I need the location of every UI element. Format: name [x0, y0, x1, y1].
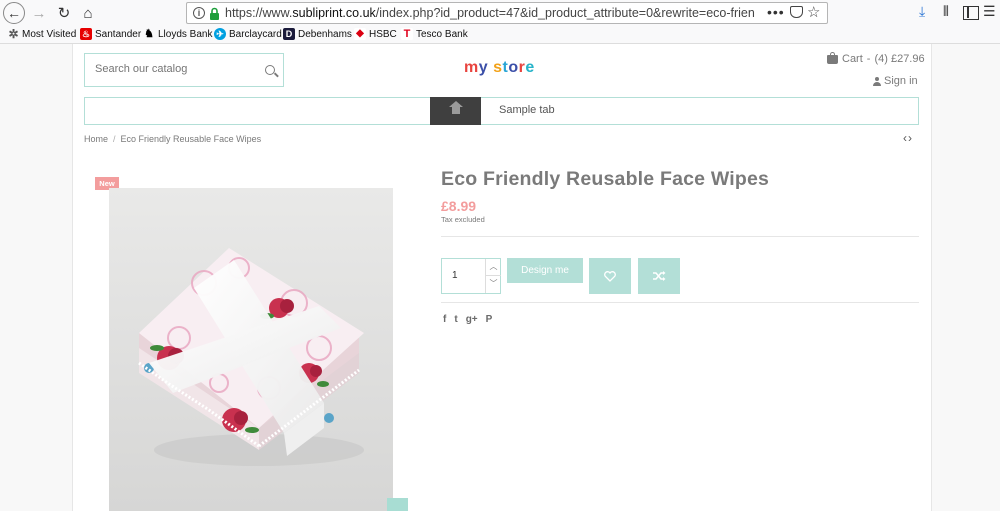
cart-label: Cart [842, 53, 863, 65]
user-icon [873, 76, 881, 86]
sign-in-label: Sign in [884, 75, 918, 87]
compare-button[interactable] [638, 258, 680, 294]
url-prefix: https://www. [225, 6, 293, 20]
divider [441, 236, 919, 237]
library-icon[interactable]: ⫴ [943, 3, 949, 20]
quantity-stepper: ︿ ﹀ [441, 258, 501, 294]
shopping-bag-icon [827, 51, 838, 64]
page-actions-icon[interactable]: ••• [767, 4, 785, 20]
bookmark-star-icon[interactable]: ☆ [807, 3, 820, 21]
page-margin-left [0, 44, 72, 511]
breadcrumb-home[interactable]: Home [84, 134, 108, 144]
cart-link[interactable]: Cart - (4) £27.96 [827, 51, 925, 65]
heart-icon [604, 270, 616, 282]
shuffle-icon [652, 271, 665, 281]
cart-summary: (4) £27.96 [874, 53, 925, 65]
tax-note: Tax excluded [441, 215, 485, 224]
url-domain: subliprint.co.uk [292, 6, 376, 20]
search-box [84, 53, 284, 87]
store-logo[interactable]: my store [464, 59, 535, 77]
expand-image-button[interactable] [387, 498, 408, 511]
sample-tab[interactable]: Sample tab [499, 104, 555, 116]
santander-icon: ♨ [80, 28, 92, 40]
bookmark-label: Lloyds Bank [158, 28, 213, 40]
bookmark-label: Debenhams [298, 28, 352, 40]
bookmark-hsbc[interactable]: ◆ HSBC [354, 28, 397, 40]
googleplus-icon[interactable]: g+ [466, 314, 478, 325]
lock-icon [210, 7, 219, 20]
pager-arrows[interactable]: ‹› [903, 131, 913, 145]
product-pager[interactable]: ‹› [903, 131, 913, 145]
bookmark-lloyds[interactable]: ♞ Lloyds Bank [143, 28, 212, 40]
address-bar[interactable]: i https://www.subliprint.co.uk/index.php… [186, 2, 828, 24]
bookmark-barclaycard[interactable]: ✈ Barclaycard [214, 28, 282, 40]
home-icon[interactable]: ⌂ [78, 3, 98, 23]
bookmark-label: Barclaycard [229, 28, 282, 40]
chevron-up-icon[interactable]: ︿ [485, 259, 501, 276]
sign-in-link[interactable]: Sign in [873, 75, 918, 87]
bookmark-label: Most Visited [22, 28, 77, 40]
url-path: /index.php?id_product=47&id_product_attr… [375, 6, 755, 20]
search-icon[interactable] [265, 65, 275, 75]
cart-dash: - [866, 53, 871, 65]
social-sharing: f t g+ P [443, 314, 492, 325]
breadcrumb-current[interactable]: Eco Friendly Reusable Face Wipes [121, 134, 262, 144]
sidebar-icon[interactable] [963, 6, 979, 20]
product-photo [109, 188, 393, 511]
download-icon[interactable]: ⤓ [919, 3, 925, 20]
tesco-icon: T [401, 28, 413, 40]
back-arrow-icon[interactable]: ← [3, 2, 25, 24]
browser-toolbar: ← → ↻ ⌂ i https://www.subliprint.co.uk/i… [0, 0, 1000, 26]
divider [441, 302, 919, 303]
bookmark-most-visited[interactable]: ✲ Most Visited [8, 28, 76, 40]
logo-part-store: store [493, 59, 535, 76]
bookmarks-bar: ✲ Most Visited ♨ Santander ♞ Lloyds Bank ✈ B… [0, 26, 1000, 44]
product-price: £8.99 [441, 198, 477, 214]
hamburger-menu-icon[interactable]: ☰ [983, 3, 996, 20]
bookmark-label: Santander [95, 28, 142, 40]
logo-part-my: my [464, 59, 489, 76]
facebook-icon[interactable]: f [443, 314, 446, 325]
pinterest-icon[interactable]: P [486, 314, 493, 325]
bookmark-debenhams[interactable]: D Debenhams [283, 28, 352, 40]
home-icon [448, 101, 463, 116]
eagle-icon: ✈ [214, 28, 226, 40]
main-menu: Sample tab [84, 97, 919, 125]
url-text: https://www.subliprint.co.uk/index.php?i… [225, 6, 755, 20]
wishlist-button[interactable] [589, 258, 631, 294]
quantity-input[interactable] [452, 270, 482, 281]
forward-arrow-icon[interactable]: → [29, 3, 49, 23]
pocket-icon[interactable] [790, 6, 803, 18]
search-input[interactable] [95, 63, 245, 75]
reload-icon[interactable]: ↻ [54, 3, 74, 23]
horse-icon: ♞ [144, 28, 154, 40]
home-tab[interactable] [430, 97, 481, 125]
bookmark-label: Tesco Bank [416, 28, 468, 40]
design-me-button[interactable]: Design me [507, 258, 583, 283]
twitter-icon[interactable]: t [454, 314, 457, 325]
chevron-down-icon[interactable]: ﹀ [485, 276, 501, 293]
breadcrumb-separator: / [113, 134, 116, 144]
breadcrumb: Home / Eco Friendly Reusable Face Wipes [84, 134, 261, 144]
product-image[interactable] [109, 188, 393, 511]
bookmark-tesco[interactable]: T Tesco Bank [401, 28, 468, 40]
product-title: Eco Friendly Reusable Face Wipes [441, 168, 770, 190]
gear-icon: ✲ [8, 27, 19, 41]
page-margin-right [932, 44, 1000, 511]
hsbc-icon: ◆ [354, 28, 366, 40]
info-icon[interactable]: i [193, 7, 205, 19]
bookmark-santander[interactable]: ♨ Santander [80, 28, 141, 40]
debenhams-icon: D [283, 28, 295, 40]
bookmark-label: HSBC [369, 28, 397, 40]
